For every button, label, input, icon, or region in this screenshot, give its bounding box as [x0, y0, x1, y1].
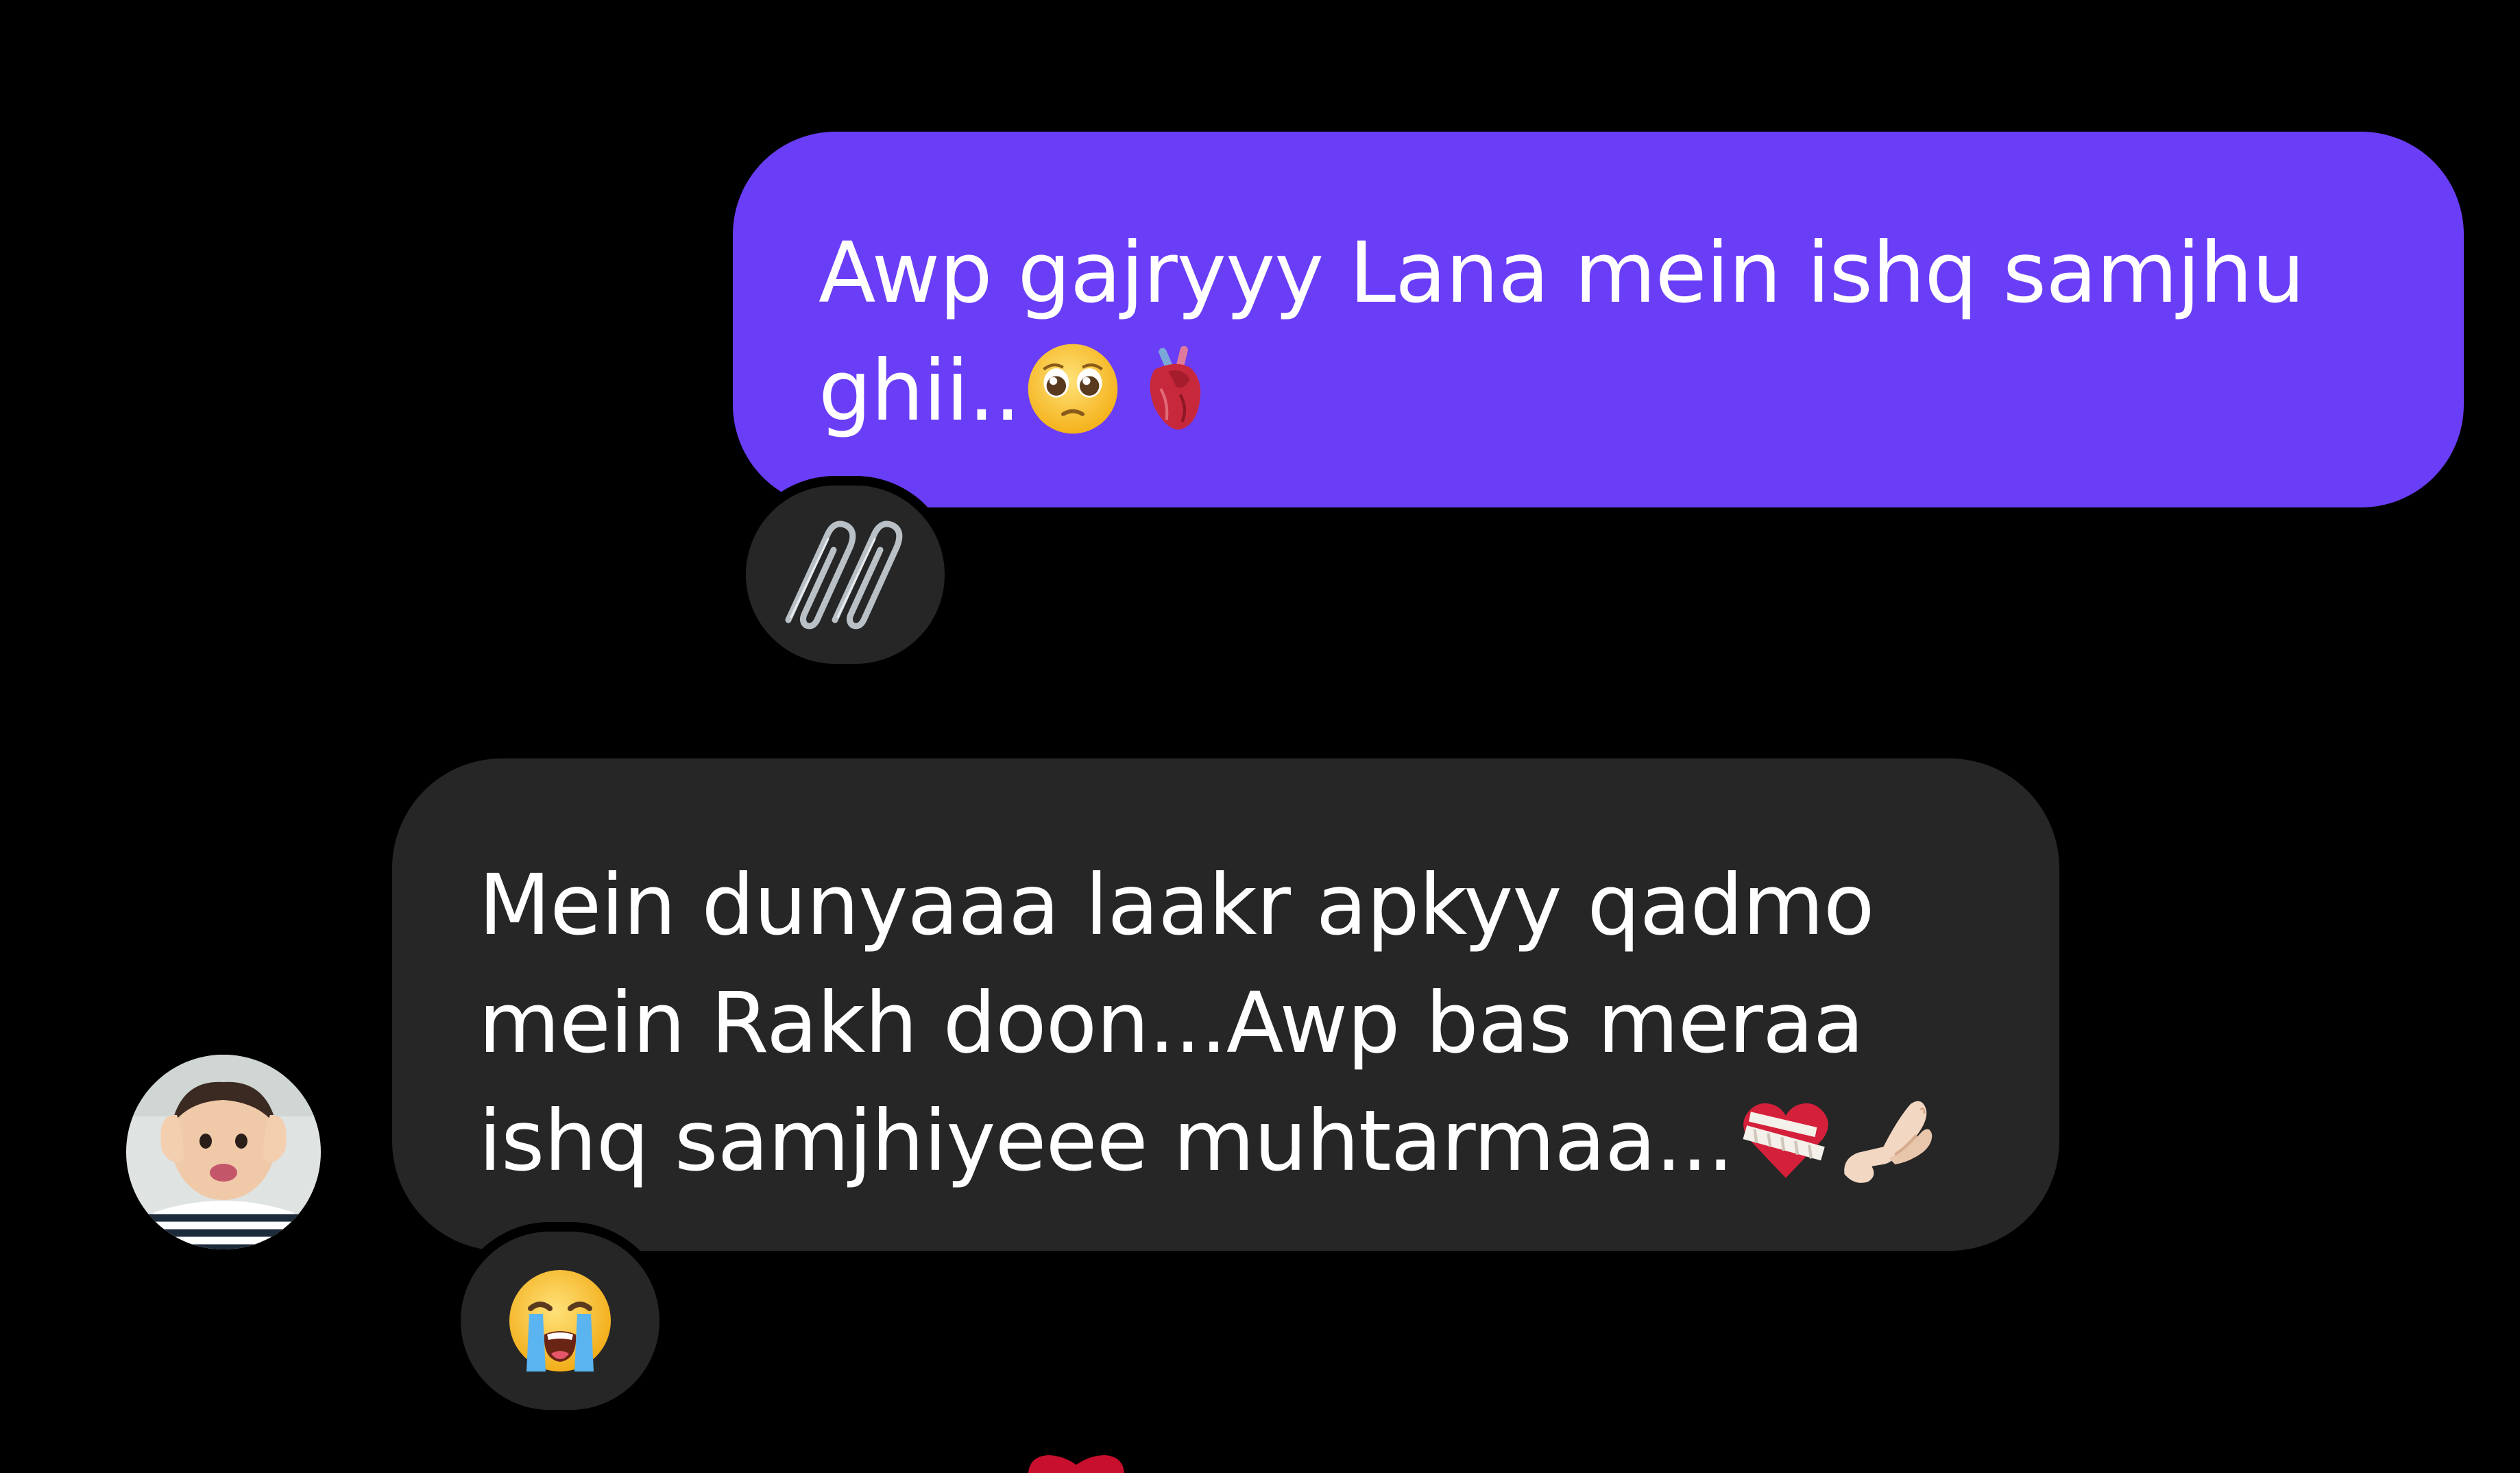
- next-message-partial: [0, 1452, 2520, 1473]
- message-reaction-pill[interactable]: [746, 486, 945, 664]
- outgoing-message-bubble[interactable]: Awp gajryyy Lana mein ishq samjhu ghii..: [733, 132, 2464, 507]
- incoming-message-line-1: Mein dunyaaa laakr apkyy qadmo: [478, 857, 1874, 954]
- message-reaction-pill[interactable]: [461, 1232, 659, 1410]
- incoming-message-line-3-text: ishq samjhiyeee muhtarmaa...: [478, 1092, 1734, 1190]
- anatomical-heart-icon: [1150, 346, 1201, 430]
- incoming-message-line-2: mein Rakh doon...Awp bas meraa: [478, 974, 1865, 1072]
- outgoing-message-line-2-text: ghii..: [819, 342, 1021, 440]
- incoming-message-bubble[interactable]: Mein dunyaaa laakr apkyy qadmo mein Rakh…: [392, 758, 2059, 1251]
- paperclip-icon: [785, 520, 903, 630]
- outgoing-message-line-2: ghii..: [819, 332, 2464, 450]
- mending-heart-icon: [1743, 1103, 1829, 1178]
- pleading-face-icon: [1028, 344, 1118, 434]
- outgoing-message-line-1: Awp gajryyy Lana mein ishq samjhu: [819, 224, 2305, 322]
- loudly-crying-face-icon: [509, 1270, 611, 1372]
- incoming-message-line-3: ishq samjhiyeee muhtarmaa...: [478, 1082, 2059, 1200]
- sender-avatar[interactable]: [126, 1055, 321, 1249]
- pinching-hand-icon: [1844, 1101, 1933, 1183]
- red-heart-icon: [1028, 1455, 1124, 1473]
- avatar-image: [126, 1055, 321, 1249]
